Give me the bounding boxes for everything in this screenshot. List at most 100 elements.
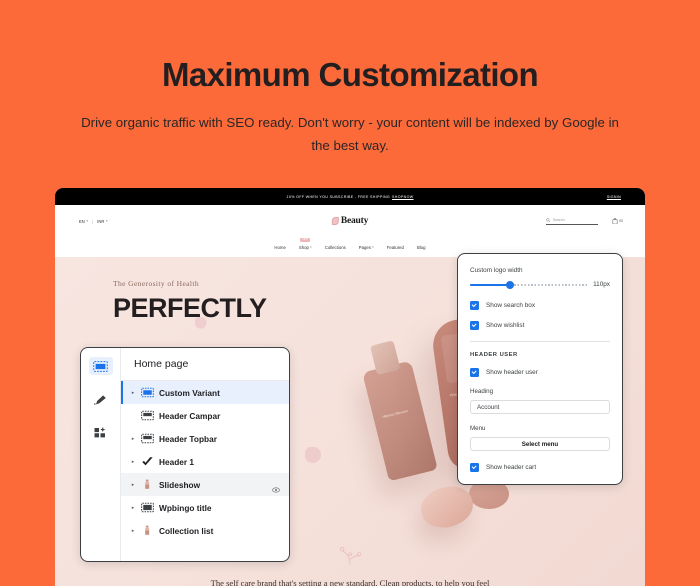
product-jar-front [416,480,478,534]
slider-handle[interactable] [505,280,514,289]
checkbox-checked-icon[interactable] [470,301,479,310]
menu-label: Menu [470,425,486,432]
checkbox-label: Show wishlist [486,322,525,329]
layer-label: Header 1 [159,456,195,467]
expand-triangle-icon[interactable]: ▸ [130,390,136,396]
layer-label: Custom Variant [159,387,220,398]
nav-item-pages[interactable]: Pages ▾ [359,245,374,250]
nav-label: Shop [298,244,309,250]
heading-input[interactable]: Account [470,400,610,414]
nav-label: Featured [386,244,404,250]
layers-panel-title: Home page [121,348,289,381]
show-header-cart-row[interactable]: Show header cart [470,463,610,472]
checkbox-checked-icon[interactable] [470,463,479,472]
chevron-down-icon: ▾ [372,245,374,249]
product-label: Hibiscus Blossom [382,408,409,420]
nav-label: Blog [416,244,426,250]
signin-link[interactable]: SIGNIN [607,195,621,199]
rail-button-layers[interactable] [88,357,113,375]
layer-row-header-campar[interactable]: Header Campar [121,404,289,427]
chevron-down-icon: ▾ [310,245,312,249]
layer-label: Collection list [159,525,214,536]
layer-row-collection-list[interactable]: ▸ Collection list [121,519,289,542]
header-icon [141,433,154,444]
checkbox-label: Show header cart [486,464,537,471]
layer-row-slideshow[interactable]: ▸ Slideshow [121,473,289,496]
expand-triangle-icon[interactable]: ▸ [130,505,136,511]
slider-fill [470,283,510,286]
search-placeholder: Search [552,217,565,222]
layer-row-header-1[interactable]: ▸ Header 1 [121,450,289,473]
rail-button-add-blocks[interactable] [89,423,113,441]
nav-item-shop[interactable]: HOT Shop ▾ [298,237,312,250]
checkbox-label: Show search box [486,302,536,309]
cart-button[interactable]: 00 [612,217,623,225]
section-icon [141,387,154,398]
show-wishlist-row[interactable]: Show wishlist [470,321,610,330]
nav-item-blog[interactable]: Blog [417,245,426,250]
section-title-header-user: HEADER USER [470,352,518,358]
show-header-user-row[interactable]: Show header user [470,368,610,377]
layer-row-custom-variant[interactable]: ▸ Custom Variant [121,381,289,404]
header-actions: Search 00 [545,217,623,225]
select-menu-label: Select menu [521,440,559,448]
nav-item-home[interactable]: Home [274,245,285,250]
page-subtitle: Drive organic traffic with SEO ready. Do… [81,114,619,154]
currency-selector[interactable]: INR ▾ [97,219,107,224]
nav-item-collections[interactable]: Collections [325,245,346,250]
locale-selectors: EN ▾ | INR ▾ [79,219,108,224]
nav-label: Collections [324,244,346,250]
chevron-down-icon: ▾ [105,219,108,223]
nav-item-featured[interactable]: Featured [387,245,404,250]
announcement-bar: 10% OFF WHEN YOU SUBSCRIBE - FREE SHIPPI… [55,188,645,205]
language-selector[interactable]: EN ▾ [79,219,88,224]
logo-width-value: 110px [593,281,610,288]
logo-width-slider[interactable] [470,280,588,289]
nav-badge: HOT [300,237,311,243]
expand-triangle-icon[interactable]: ▸ [130,528,136,534]
layer-label: Slideshow [159,479,201,490]
bottle-icon [141,525,154,536]
selector-divider: | [92,218,94,224]
leaf-icon [331,217,339,225]
expand-triangle-icon[interactable]: ▸ [130,482,136,488]
visibility-eye-icon[interactable] [272,481,280,493]
layer-label: Header Topbar [159,433,217,444]
language-value: EN [79,218,85,224]
show-search-box-row[interactable]: Show search box [470,301,610,310]
expand-triangle-icon[interactable]: ▸ [130,436,136,442]
header-icon [141,410,154,421]
page-title: Maximum Customization [161,56,539,93]
brand-logo[interactable]: Beauty [331,216,369,226]
layer-label: Header Campar [159,410,221,421]
shop-now-link[interactable]: SHOPNOW [392,195,413,199]
product-bottle-secondary: Hibiscus Blossom [362,340,438,482]
checkbox-checked-icon[interactable] [470,321,479,330]
hero-caption: The self care brand that's setting a new… [210,577,490,586]
bottle-icon [141,479,154,490]
search-box[interactable]: Search [545,217,598,225]
layer-label: Wpbingo title [159,502,212,513]
header-settings-panel: Custom logo width 110px Show search box … [457,253,623,485]
panel-divider [470,341,610,342]
header-icon [141,502,154,513]
layer-row-wpbingo-title[interactable]: ▸ Wpbingo title [121,496,289,519]
hero-title: PERFECTLY [113,293,267,323]
rail-button-styles[interactable] [89,390,113,408]
expand-triangle-icon[interactable]: ▸ [130,459,136,465]
chevron-down-icon: ▾ [86,219,89,223]
layers-list-container: Home page ▸ Custom Variant Header Campar… [121,348,289,561]
checkbox-label: Show header user [486,369,538,376]
petal-decoration [305,447,327,469]
checkbox-checked-icon[interactable] [470,368,479,377]
brand-name: Beauty [340,216,369,226]
cart-icon [612,217,618,224]
heading-label: Heading [470,388,494,395]
add-blocks-icon [94,427,105,437]
search-icon [546,217,550,222]
paint-brush-icon [94,394,106,405]
announcement-message: 10% OFF WHEN YOU SUBSCRIBE - FREE SHIPPI… [286,194,391,199]
layer-row-header-topbar[interactable]: ▸ Header Topbar [121,427,289,450]
announcement-text: 10% OFF WHEN YOU SUBSCRIBE - FREE SHIPPI… [287,195,414,199]
select-menu-button[interactable]: Select menu [470,437,610,451]
